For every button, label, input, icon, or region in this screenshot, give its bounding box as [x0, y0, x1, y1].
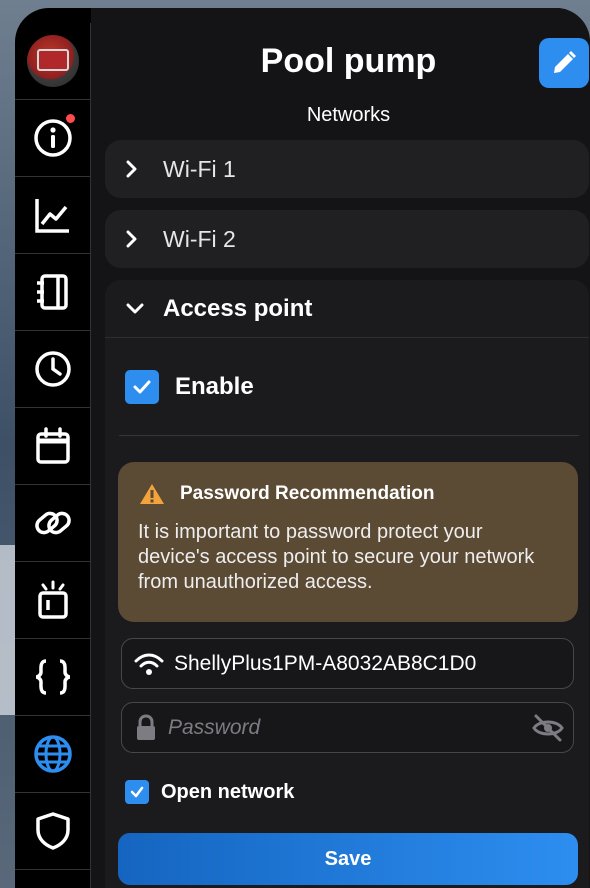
sidebar — [15, 23, 91, 888]
access-point-header[interactable]: Access point — [105, 280, 589, 338]
open-network-label: Open network — [161, 780, 295, 803]
globe-icon — [34, 735, 72, 773]
section-wifi-1[interactable]: Wi-Fi 1 — [105, 140, 589, 198]
clock-icon — [35, 351, 71, 387]
edit-button[interactable] — [539, 38, 589, 88]
chevron-down-icon — [126, 303, 144, 313]
ssid-field[interactable]: ShellyPlus1PM-A8032AB8C1D0 — [121, 638, 574, 689]
divider — [119, 435, 579, 436]
sidebar-item-charts[interactable] — [15, 177, 91, 254]
open-network-checkbox[interactable] — [125, 780, 149, 804]
sidebar-item-links[interactable] — [15, 485, 91, 562]
warning-text: It is important to password protect your… — [138, 521, 535, 593]
chevron-right-icon — [126, 230, 137, 248]
warning-title: Password Recommendation — [180, 483, 435, 504]
info-icon — [34, 119, 72, 157]
ssid-value: ShellyPlus1PM-A8032AB8C1D0 — [174, 651, 477, 675]
section-wifi-2[interactable]: Wi-Fi 2 — [105, 210, 589, 268]
avatar — [27, 35, 79, 87]
section-label: Access point — [163, 294, 313, 322]
link-icon — [35, 511, 71, 535]
warning-icon — [140, 484, 164, 504]
password-field[interactable] — [121, 702, 574, 753]
enable-checkbox-row[interactable]: Enable — [125, 370, 254, 404]
section-label: Wi-Fi 1 — [163, 155, 236, 182]
calendar-icon — [36, 427, 70, 464]
page-subtitle: Networks — [306, 104, 391, 126]
action-icon — [38, 580, 68, 619]
chevron-right-icon — [126, 160, 137, 178]
enable-checkbox[interactable] — [125, 370, 159, 404]
components-icon — [37, 274, 68, 310]
shield-icon — [36, 812, 70, 850]
lock-icon — [137, 713, 155, 740]
enable-label: Enable — [175, 373, 254, 400]
sidebar-item-actions[interactable] — [15, 562, 91, 639]
code-icon — [35, 659, 71, 695]
check-icon — [130, 786, 144, 798]
open-network-row[interactable]: Open network — [125, 780, 294, 804]
device-panel: Pool pump Networks Wi-Fi 1 Wi-Fi 2 Acces… — [15, 8, 590, 888]
page-title: Pool pump — [260, 42, 437, 80]
sidebar-item-components[interactable] — [15, 254, 91, 331]
sidebar-item-info[interactable] — [15, 100, 91, 177]
section-label: Wi-Fi 2 — [163, 225, 236, 252]
password-warning: Password Recommendation It is important … — [118, 462, 578, 622]
sidebar-item-schedules[interactable] — [15, 331, 91, 408]
sidebar-item-security[interactable] — [15, 793, 91, 870]
sidebar-item-networks[interactable] — [15, 716, 91, 793]
save-button[interactable]: Save — [118, 833, 578, 885]
chart-icon — [35, 199, 69, 233]
eye-off-icon[interactable] — [531, 713, 565, 743]
password-input[interactable] — [168, 715, 573, 740]
sidebar-item-calendar[interactable] — [15, 408, 91, 485]
check-icon — [133, 380, 151, 394]
section-access-point: Access point Enable Password Recommendat… — [105, 280, 589, 888]
wifi-icon — [134, 653, 164, 675]
pencil-icon — [554, 51, 576, 73]
sidebar-item-scripts[interactable] — [15, 639, 91, 716]
notification-dot — [66, 114, 75, 123]
sidebar-item-device[interactable] — [15, 23, 91, 100]
main-content: Pool pump Networks Wi-Fi 1 Wi-Fi 2 Acces… — [91, 8, 590, 888]
